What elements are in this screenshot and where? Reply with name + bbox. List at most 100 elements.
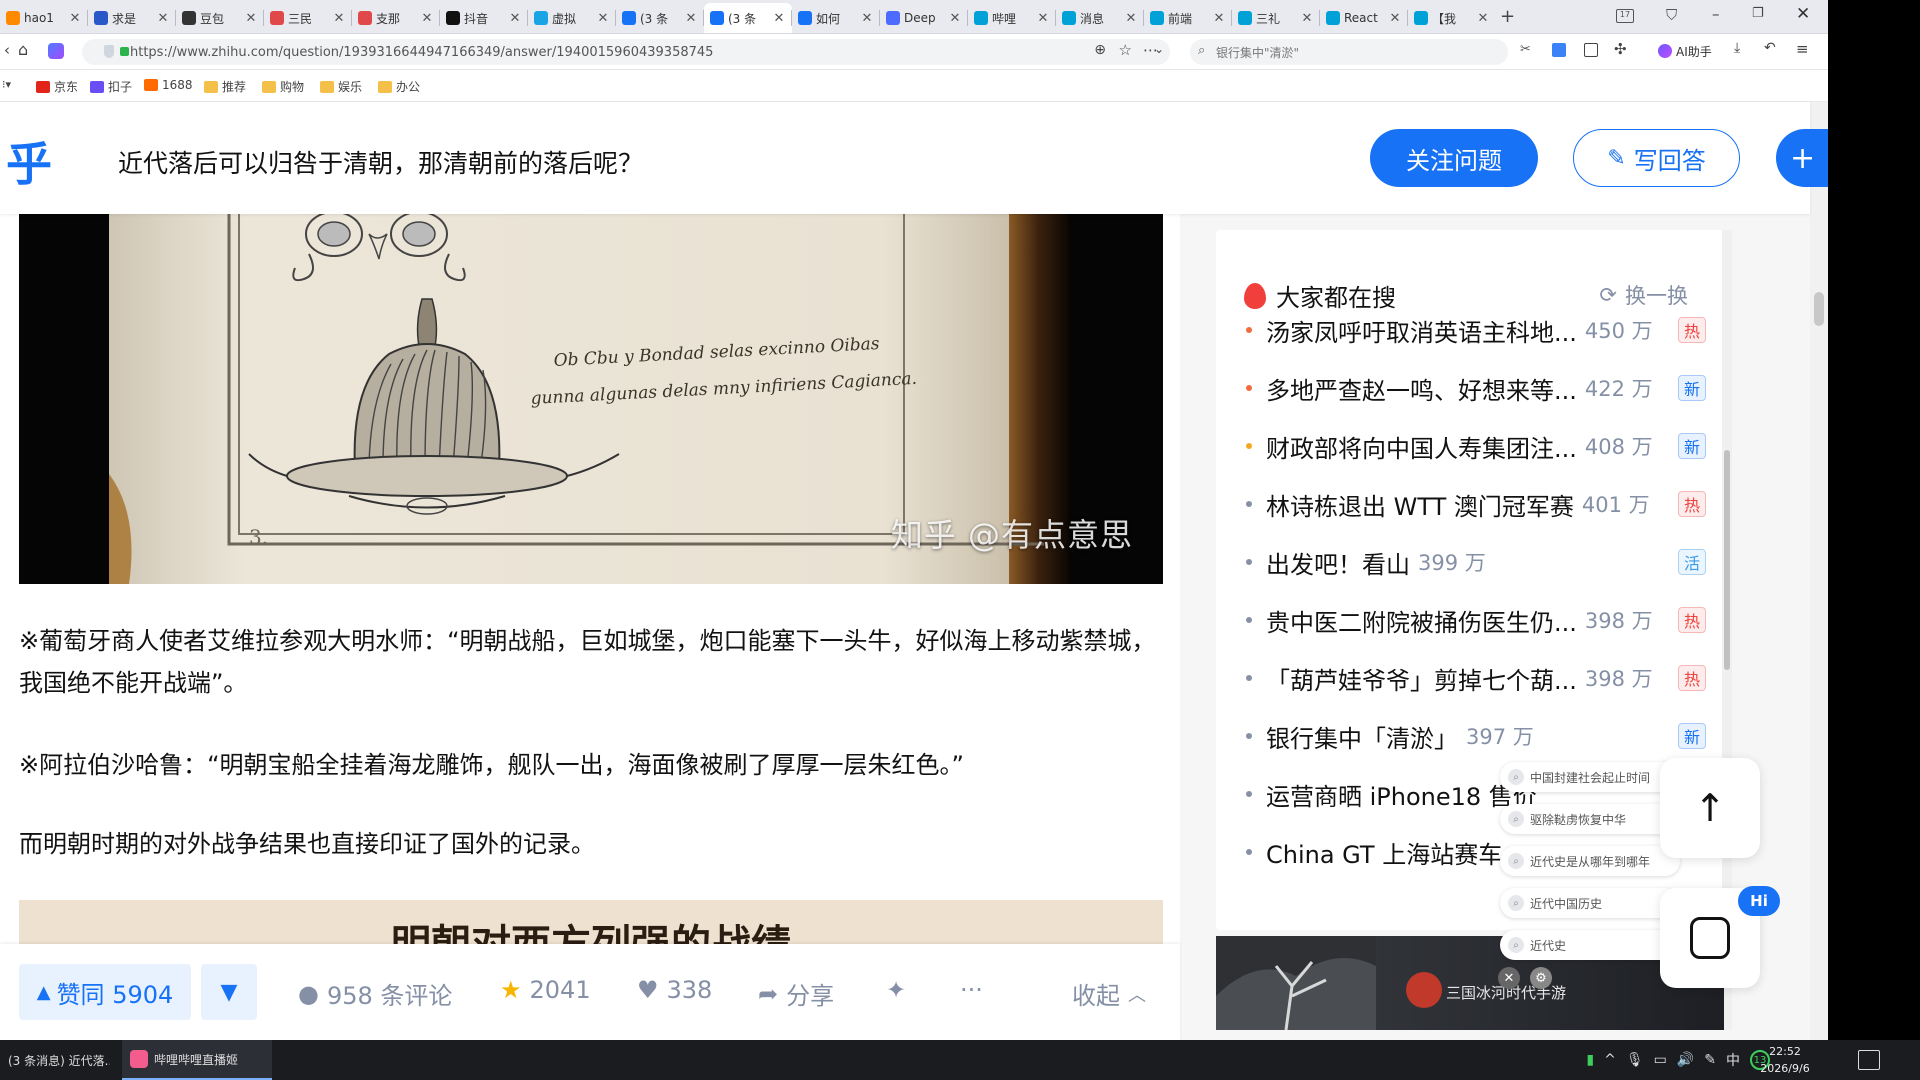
menu-icon[interactable]: ≡ (1796, 40, 1809, 58)
sidebar-scroll-thumb[interactable] (1724, 450, 1730, 670)
shirt-icon[interactable]: ⛉ (1666, 6, 1677, 24)
battery-icon[interactable]: ▮ (1586, 1052, 1594, 1068)
tab[interactable]: 哔哩 ✕ (968, 3, 1056, 33)
downvote-button[interactable]: ▼ (201, 964, 257, 1020)
hot-search-item[interactable]: 汤家凤呼吁取消英语主科地... 450 万 热 (1246, 310, 1706, 350)
tab[interactable]: 求是 ✕ (88, 3, 176, 33)
taskbar-item-browser[interactable]: (3 条消息) 近代落... (0, 1040, 118, 1080)
url-input[interactable]: https://www.zhihu.com/question/193931664… (82, 39, 1170, 65)
bookmark-item[interactable]: 1688 (144, 78, 193, 92)
tab[interactable]: 抖音 ✕ (440, 3, 528, 33)
bookmark-item[interactable]: 娱乐 (320, 78, 362, 95)
tab-close-icon[interactable]: ✕ (68, 11, 82, 26)
tab-close-icon[interactable]: ✕ (508, 11, 522, 26)
hot-search-item[interactable]: 财政部将向中国人寿集团注... 408 万 新 (1246, 426, 1706, 466)
zoom-icon[interactable]: ⊕ (1094, 42, 1106, 58)
tab[interactable]: 前端 ✕ (1144, 3, 1232, 33)
hot-search-item[interactable]: 林诗栋退出 WTT 澳门冠军赛 401 万 热 (1246, 484, 1706, 524)
tab-close-icon[interactable]: ✕ (420, 11, 434, 26)
notification-icon[interactable] (1858, 1050, 1880, 1070)
share-button[interactable]: ➦ 分享 (758, 976, 834, 1011)
refresh-button[interactable]: ⟳ 换一换 (1599, 280, 1688, 310)
tab[interactable]: 支那 ✕ (352, 3, 440, 33)
back-icon[interactable]: ‹ (4, 41, 10, 59)
ime-indicator[interactable]: 中 (1726, 1050, 1740, 1070)
star-icon[interactable]: ☆ (1119, 41, 1132, 59)
hot-search-item[interactable]: 出发吧！看山 399 万 活 (1246, 542, 1706, 582)
suggestion-settings-icon[interactable]: ⚙ (1530, 967, 1552, 989)
microphone-icon[interactable]: 🎙 (1626, 1052, 1644, 1068)
tab-close-icon[interactable]: ✕ (596, 11, 610, 26)
ai-sparkle-button[interactable]: ✦ (886, 976, 906, 1004)
extensions-icon[interactable]: ✣ (1614, 40, 1627, 58)
clock[interactable]: 22:52 2026/9/6 (1750, 1043, 1820, 1077)
hot-search-item[interactable]: 银行集中「清淤」 397 万 新 (1246, 716, 1706, 756)
write-answer-button[interactable]: ✎ 写回答 (1573, 129, 1740, 187)
tab-close-icon[interactable]: ✕ (860, 11, 874, 26)
home-icon[interactable]: ⌂ (18, 40, 28, 59)
tab-close-icon[interactable]: ✕ (1212, 11, 1226, 26)
answer-image[interactable]: Ob Cbu y Bondad selas excinno Oibas gunn… (19, 214, 1163, 584)
tab[interactable]: React ✕ (1320, 3, 1408, 33)
undo-icon[interactable]: ↶ (1764, 40, 1776, 56)
pen-icon[interactable]: ✎ (1704, 1052, 1716, 1068)
tab-close-icon[interactable]: ✕ (1300, 11, 1314, 26)
tab[interactable]: 三民 ✕ (264, 3, 352, 33)
page-scroll-thumb[interactable] (1814, 292, 1824, 326)
back-to-top-button[interactable]: ↑ (1660, 758, 1760, 858)
ai-assistant-label[interactable]: AI助手 (1676, 43, 1712, 60)
comments-button[interactable]: ● 958 条评论 (298, 976, 452, 1011)
upvote-button[interactable]: ▲ 赞同 5904 (19, 964, 191, 1020)
reader-icon[interactable] (1584, 43, 1598, 57)
tab-close-icon[interactable]: ✕ (1124, 11, 1138, 26)
bookmark-item[interactable]: 京东 (36, 78, 78, 95)
tab-close-icon[interactable]: ✕ (1476, 11, 1490, 26)
tab-close-icon[interactable]: ✕ (684, 11, 698, 26)
favorite-button[interactable]: ★ 2041 (500, 976, 591, 1004)
tab-close-icon[interactable]: ✕ (156, 11, 170, 26)
tab[interactable]: (3 条 ✕ (704, 3, 792, 33)
chevron-down-icon[interactable]: ⌄ (1154, 42, 1164, 56)
collapse-button[interactable]: 收起 ︿ (1072, 976, 1146, 1011)
like-button[interactable]: ♥ 338 (637, 976, 712, 1004)
follow-question-button[interactable]: 关注问题 (1370, 129, 1538, 187)
suggestion-chip[interactable]: ⌕ 近代中国历史 (1500, 888, 1680, 918)
suggestion-chip[interactable]: ⌕ 中国封建社会起止时间 (1500, 762, 1680, 792)
chevron-up-icon[interactable]: ^ (1604, 1052, 1616, 1068)
tab[interactable]: 消息 ✕ (1056, 3, 1144, 33)
scissors-icon[interactable]: ✂ (1520, 42, 1531, 57)
bookmark-item[interactable]: 推荐 (204, 78, 246, 95)
page-scrollbar[interactable] (1810, 102, 1828, 1040)
ai-assistant-icon[interactable] (1658, 44, 1672, 58)
browser-search-input[interactable]: ⌕ 银行集中"清淤" (1190, 39, 1508, 65)
tab[interactable]: (3 条 ✕ (616, 3, 704, 33)
suggestion-chip[interactable]: ⌕ 近代史是从哪年到哪年 (1500, 846, 1680, 876)
tab[interactable]: 如何 ✕ (792, 3, 880, 33)
tab[interactable]: hao1 ✕ (0, 3, 88, 33)
close-window-button[interactable]: ✕ (1796, 4, 1810, 24)
tab-close-icon[interactable]: ✕ (244, 11, 258, 26)
taskbar-item-live[interactable]: 哔哩哔哩直播姬 (122, 1040, 272, 1080)
tab[interactable]: 三礼 ✕ (1232, 3, 1320, 33)
tab-count-icon[interactable]: 17 (1616, 9, 1634, 23)
download-icon[interactable]: ⤓ (1734, 40, 1740, 56)
tab-close-icon[interactable]: ✕ (332, 11, 346, 26)
hot-search-item[interactable]: 贵中医二附院被捅伤医生仍... 398 万 热 (1246, 600, 1706, 640)
tab[interactable]: 豆包 ✕ (176, 3, 264, 33)
tab-close-icon[interactable]: ✕ (772, 11, 786, 26)
tab-close-icon[interactable]: ✕ (948, 11, 962, 26)
plus-button[interactable]: + (1776, 129, 1828, 187)
restore-button[interactable]: ❐ (1752, 6, 1764, 21)
zhihu-logo[interactable]: 乎 (6, 128, 52, 194)
tab[interactable]: Deep ✕ (880, 3, 968, 33)
network-icon[interactable]: ▭ (1654, 1052, 1667, 1068)
bookmarks-overflow-icon[interactable]: ⁝▾ (2, 78, 11, 91)
suggestion-close-icon[interactable]: ✕ (1498, 967, 1520, 989)
minimize-button[interactable]: – (1712, 5, 1720, 23)
volume-icon[interactable]: 🔊 (1677, 1052, 1694, 1068)
suggestion-chip[interactable]: ⌕ 近代史 (1500, 930, 1680, 960)
ai-icon[interactable] (48, 43, 64, 59)
translate-icon[interactable] (1552, 43, 1566, 57)
new-tab-button[interactable]: + (1500, 6, 1515, 27)
hot-search-item[interactable]: 「葫芦娃爷爷」剪掉七个葫... 398 万 热 (1246, 658, 1706, 698)
